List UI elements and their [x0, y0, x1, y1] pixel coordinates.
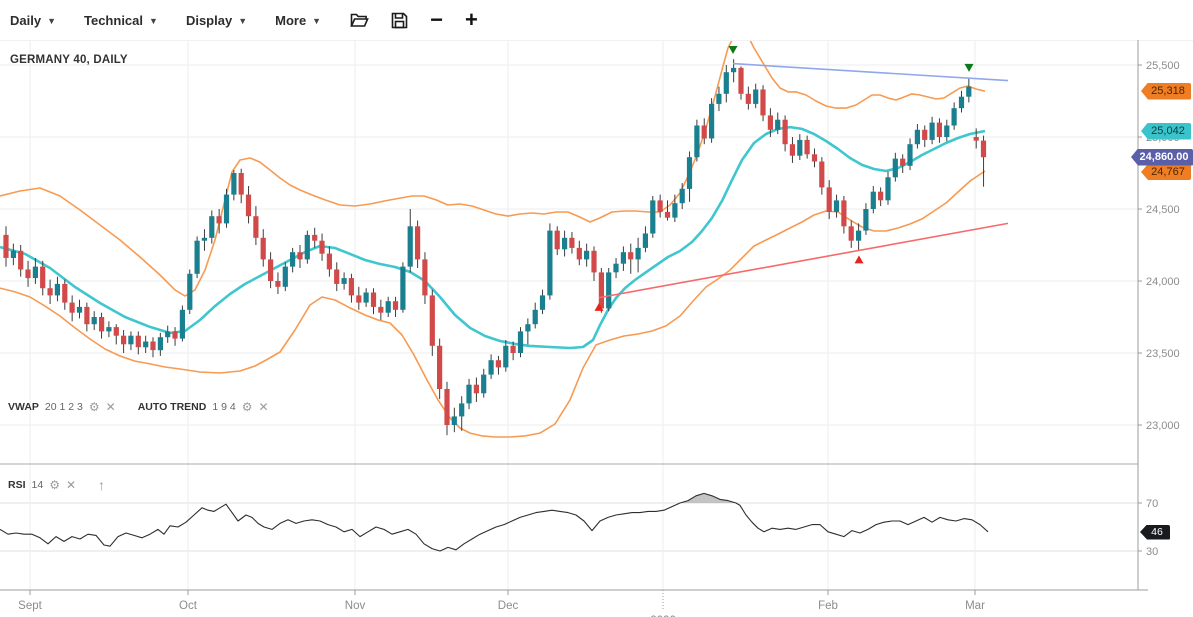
main-panel: [0, 36, 1008, 437]
upper-band-line: [0, 36, 985, 296]
month-label: Feb: [818, 600, 838, 612]
rsi-move-up-arrow-icon[interactable]: ↑: [98, 478, 105, 492]
autotrend-label: AUTO TREND: [138, 401, 207, 413]
price-badge: 24,860.00: [1131, 149, 1193, 166]
month-label: Nov: [345, 600, 366, 612]
chart-toolbar: Daily ▼ Technical ▼ Display ▼ More ▼: [0, 0, 1193, 40]
display-menu[interactable]: Display ▼: [172, 0, 261, 40]
symbol-title: GERMANY 40, DAILY: [10, 54, 128, 66]
price-chart-canvas[interactable]: 25,50025,00024,50024,00023,50023,0007030…: [0, 0, 1193, 617]
autotrend-params: 1 9 4: [212, 401, 235, 413]
vwap-settings-gear-icon[interactable]: ⚙: [89, 401, 100, 413]
interval-menu[interactable]: Daily ▼: [0, 0, 70, 40]
technical-menu-label: Technical: [84, 13, 143, 28]
sell-signal-triangle: [965, 64, 974, 72]
rsi-tick-label: 30: [1146, 546, 1158, 558]
rsi-params: 14: [32, 479, 44, 491]
save-icon[interactable]: [380, 0, 419, 40]
month-label: Sept: [18, 600, 42, 612]
more-menu[interactable]: More ▼: [261, 0, 335, 40]
rsi-settings-gear-icon[interactable]: ⚙: [49, 479, 60, 491]
sell-signal-triangle: [729, 46, 738, 54]
zoom-out-button[interactable]: −: [419, 0, 454, 40]
price-tick-label: 23,500: [1146, 348, 1180, 360]
autotrend-remove-icon[interactable]: ✕: [258, 401, 268, 413]
open-folder-icon[interactable]: [339, 0, 380, 40]
technical-menu[interactable]: Technical ▼: [70, 0, 172, 40]
interval-menu-label: Daily: [10, 13, 41, 28]
vwap-line: [0, 127, 985, 348]
price-badge: 25,042: [1141, 123, 1191, 140]
vwap-label: VWAP: [8, 401, 39, 413]
display-menu-label: Display: [186, 13, 232, 28]
price-tick-label: 24,500: [1146, 204, 1180, 216]
autotrend-settings-gear-icon[interactable]: ⚙: [242, 401, 253, 413]
rsi-tick-label: 70: [1146, 498, 1158, 510]
month-label: Dec: [498, 600, 519, 612]
more-menu-label: More: [275, 13, 306, 28]
price-tick-label: 24,000: [1146, 276, 1180, 288]
rsi-indicator-row: RSI 14 ⚙ ✕ ↑: [8, 478, 105, 492]
trendline: [599, 223, 1008, 297]
rsi-remove-icon[interactable]: ✕: [66, 479, 76, 491]
rsi-panel: [0, 493, 988, 551]
chevron-down-icon: ▼: [47, 16, 56, 26]
price-tick-label: 25,500: [1146, 60, 1180, 72]
price-badge: 25,318: [1141, 83, 1191, 100]
trading-app: Daily ▼ Technical ▼ Display ▼ More ▼: [0, 0, 1193, 617]
zoom-in-button[interactable]: +: [454, 0, 489, 40]
month-label: Mar: [965, 600, 985, 612]
rsi-label: RSI: [8, 479, 26, 491]
chevron-down-icon: ▼: [149, 16, 158, 26]
rsi-line: [0, 493, 988, 551]
vwap-remove-icon[interactable]: ✕: [106, 401, 116, 413]
chevron-down-icon: ▼: [312, 16, 321, 26]
overlay-indicator-row: VWAP 20 1 2 3 ⚙ ✕ AUTO TREND 1 9 4 ⚙ ✕: [8, 401, 269, 413]
chevron-down-icon: ▼: [238, 16, 247, 26]
buy-signal-triangle: [855, 255, 864, 263]
price-tick-label: 23,000: [1146, 420, 1180, 432]
vwap-params: 20 1 2 3: [45, 401, 83, 413]
price-badge: 24,767: [1141, 164, 1191, 180]
month-label: Oct: [179, 600, 198, 612]
